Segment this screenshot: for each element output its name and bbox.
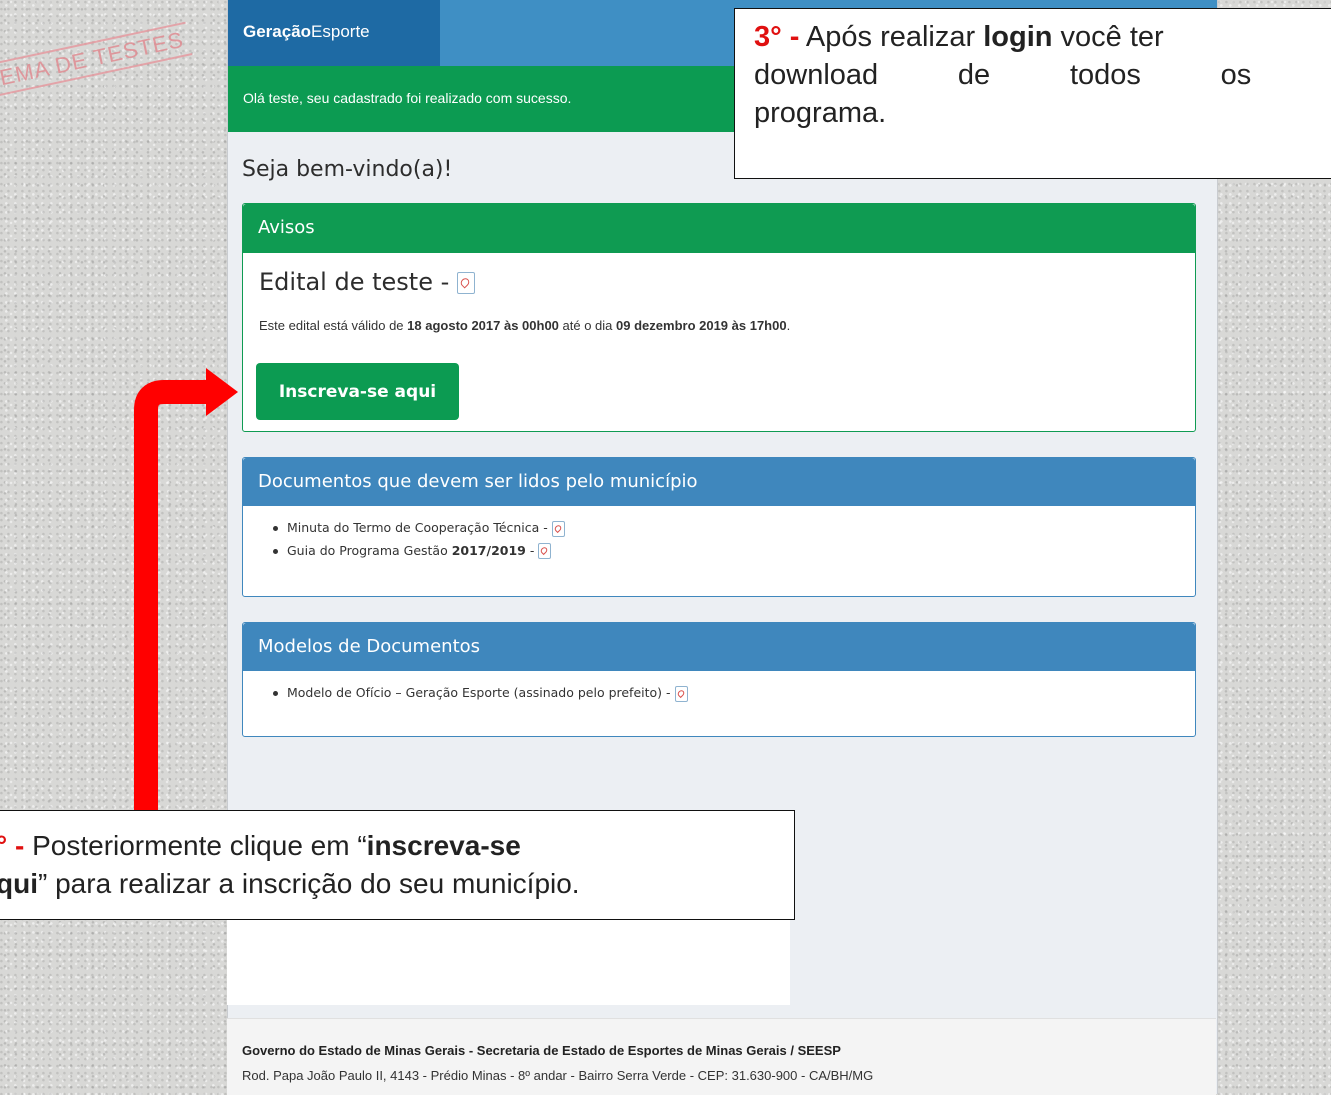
validity-suffix: .	[786, 318, 791, 333]
callout-step-3: 3° - Após realizar login você ter downlo…	[734, 8, 1331, 179]
callout-step-number: 3° -	[754, 21, 800, 53]
footer-line-2: Rod. Papa João Paulo II, 4143 - Prédio M…	[242, 1068, 874, 1083]
white-overlay-block	[227, 915, 790, 1005]
callout-text: você ter	[1052, 21, 1164, 53]
callout-text: Posteriormente clique em “	[24, 830, 367, 861]
validity-end: 09 dezembro 2019 às 17h00	[616, 318, 787, 333]
callout-text: Após realizar	[799, 21, 984, 53]
avisos-title: Avisos	[258, 217, 315, 238]
edital-title: Edital de teste -	[259, 268, 450, 296]
welcome-heading: Seja bem-vindo(a)!	[242, 157, 453, 182]
callout-top-line-1: 3° - Após realizar login você ter	[754, 18, 1331, 56]
modelos-title: Modelos de Documentos	[258, 636, 481, 657]
list-item: Modelo de Ofício – Geração Esporte (assi…	[273, 685, 1195, 702]
callout-bottom-line-1: ° - Posteriormente clique em “inscreva-s…	[0, 827, 794, 865]
edital-heading: Edital de teste -	[259, 268, 475, 296]
avisos-panel: Avisos Edital de teste - Este edital est…	[242, 203, 1196, 432]
callout-word: download	[754, 59, 879, 91]
doc-label-suffix: -	[525, 542, 535, 558]
callout-top-line-3: programa.	[754, 97, 887, 129]
callout-bold: inscreva-se	[366, 830, 521, 861]
callout-bold: qui	[0, 868, 38, 899]
pdf-file-icon[interactable]	[456, 272, 475, 294]
success-message: Olá teste, seu cadastrado foi realizado …	[243, 90, 572, 106]
validity-middle: até o dia	[558, 318, 617, 333]
pdf-file-icon[interactable]	[674, 685, 688, 702]
brand-bold: Geração	[243, 22, 312, 41]
validity-start: 18 agosto 2017 às 00h00	[407, 318, 559, 333]
edital-validity: Este edital está válido de 18 agosto 201…	[259, 318, 790, 333]
callout-bottom-line-2: qui” para realizar a inscrição do seu mu…	[0, 865, 794, 903]
footer-line-1: Governo do Estado de Minas Gerais - Secr…	[242, 1043, 841, 1058]
callout-top-line-2: download de todos os docu	[754, 56, 1331, 94]
callout-word: de	[957, 59, 991, 91]
list-item: Minuta do Termo de Cooperação Técnica -	[273, 520, 1195, 537]
validity-prefix: Este edital está válido de	[259, 318, 408, 333]
brand-regular: Esporte	[311, 22, 370, 41]
callout-text: ” para realizar a inscrição do seu munic…	[38, 868, 580, 899]
documentos-title: Documentos que devem ser lidos pelo muni…	[258, 471, 698, 492]
brand-logo[interactable]: GeraçãoEsporte	[228, 0, 440, 66]
callout-bold: login	[983, 21, 1053, 53]
doc-label-bold: 2017/2019	[451, 542, 526, 558]
pdf-file-icon[interactable]	[538, 543, 552, 559]
avisos-panel-header: Avisos	[243, 204, 1195, 253]
callout-step-4: ° - Posteriormente clique em “inscreva-s…	[0, 810, 795, 920]
modelos-list: Modelo de Ofício – Geração Esporte (assi…	[243, 671, 1195, 702]
inscreva-se-button[interactable]: Inscreva-se aqui	[256, 363, 459, 420]
doc-label: Minuta do Termo de Cooperação Técnica -	[287, 520, 548, 535]
callout-step-number: ° -	[0, 830, 25, 861]
doc-label: Modelo de Ofício – Geração Esporte (assi…	[287, 685, 671, 700]
list-item: Guia do Programa Gestão 2017/2019 -	[273, 542, 1195, 559]
test-system-watermark: EMA DE TESTES	[0, 21, 193, 97]
documentos-list: Minuta do Termo de Cooperação Técnica - …	[243, 506, 1195, 559]
documentos-panel: Documentos que devem ser lidos pelo muni…	[242, 457, 1196, 597]
modelos-panel-header: Modelos de Documentos	[243, 623, 1195, 671]
doc-label: Guia do Programa Gestão	[287, 542, 452, 558]
page-footer: Governo do Estado de Minas Gerais - Secr…	[227, 1018, 1216, 1095]
documentos-panel-header: Documentos que devem ser lidos pelo muni…	[243, 458, 1195, 506]
callout-word: os	[1220, 59, 1252, 91]
callout-word: todos	[1069, 59, 1141, 91]
pdf-file-icon[interactable]	[551, 520, 565, 537]
modelos-panel: Modelos de Documentos Modelo de Ofício –…	[242, 622, 1196, 737]
